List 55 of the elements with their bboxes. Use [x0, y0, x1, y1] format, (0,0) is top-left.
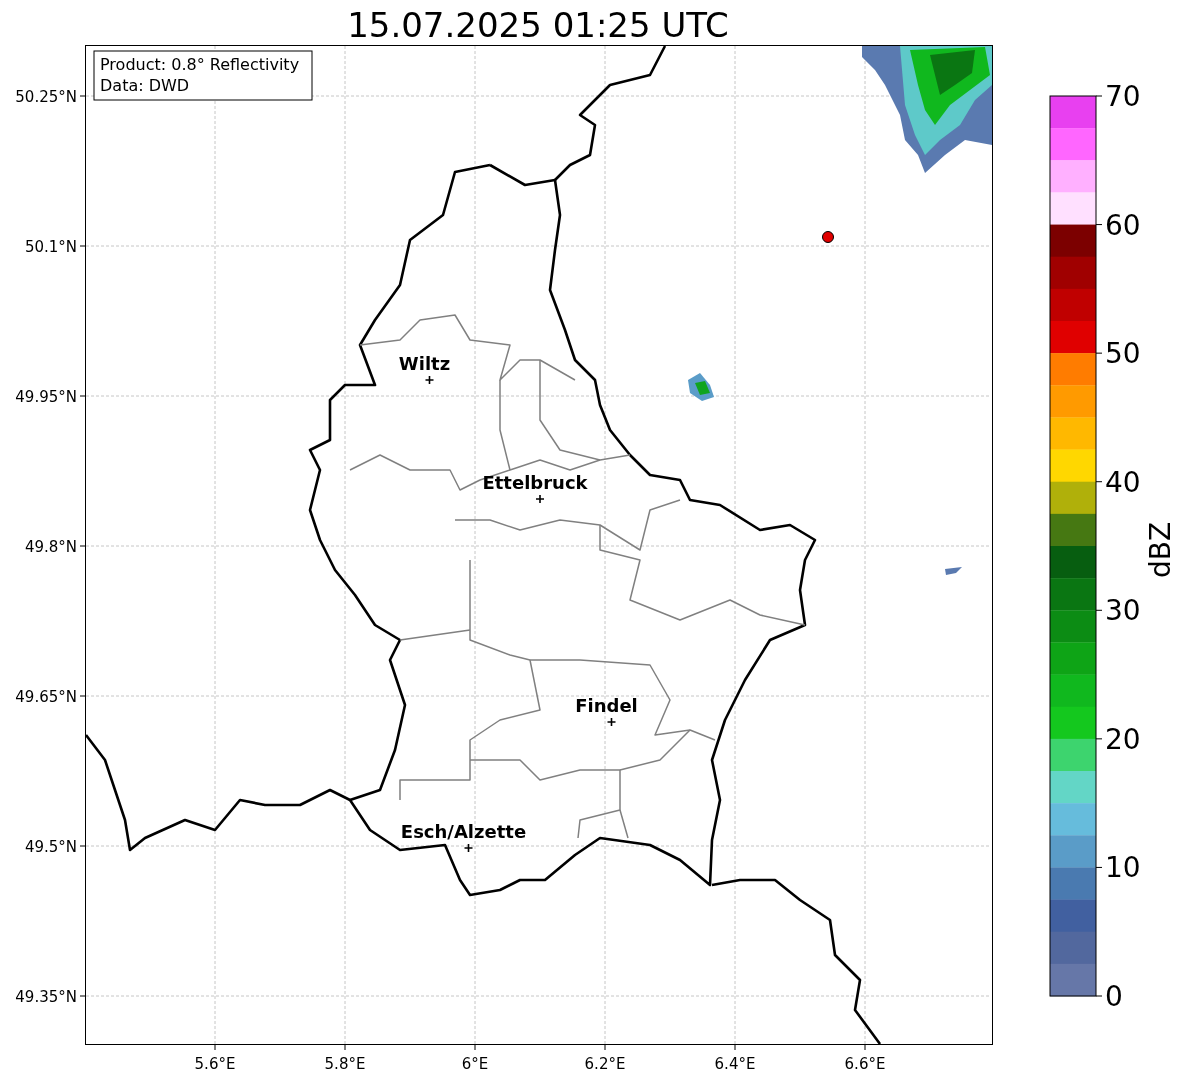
tick-mark: [79, 845, 86, 847]
tick-mark: [1095, 224, 1103, 226]
tick-mark: [1095, 95, 1103, 97]
tick-mark: [604, 1044, 606, 1051]
lat-tick-label: 49.95°N: [15, 388, 77, 406]
place-marker-icon: [535, 494, 545, 504]
tick-mark: [79, 995, 86, 997]
colorbar-tick-label: 0: [1105, 980, 1123, 1013]
lon-tick-label: 5.8°E: [324, 1055, 366, 1073]
info-text: Data: DWD: [100, 76, 190, 95]
colorbar-tick-label: 70: [1105, 80, 1141, 113]
colorbar-tick-label: 30: [1105, 594, 1141, 628]
tick-mark: [1095, 609, 1103, 611]
place-label: Findel: [575, 695, 638, 716]
tick-mark: [344, 1044, 346, 1051]
colorbar-tick-label: 60: [1105, 208, 1141, 242]
place-label: Wiltz: [398, 353, 451, 374]
tick-mark: [79, 545, 86, 547]
place-label: Ettelbruck: [482, 472, 588, 493]
tick-mark: [79, 395, 86, 397]
tick-mark: [1095, 352, 1103, 354]
colorbar-tick-label: 50: [1105, 337, 1141, 371]
lon-tick-label: 6.4°E: [714, 1055, 756, 1073]
lon-tick-label: 6.6°E: [844, 1055, 886, 1073]
tick-mark: [474, 1044, 476, 1051]
tick-mark: [1095, 738, 1103, 740]
place-label: Esch/Alzette: [400, 821, 527, 842]
info-text: Product: 0.8° Reflectivity: [100, 55, 300, 74]
chart-title: 15.07.2025 01:25 UTC: [346, 4, 730, 45]
tick-mark: [79, 695, 86, 697]
tick-mark: [79, 245, 86, 247]
colorbar-tick-label: 40: [1105, 465, 1141, 499]
place-marker-icon: [463, 843, 474, 853]
tick-mark: [1095, 866, 1103, 868]
lat-tick-label: 50.1°N: [24, 238, 77, 256]
lat-tick-label: 50.25°N: [15, 88, 77, 106]
place-marker-icon: [424, 375, 435, 385]
lat-tick-label: 49.8°N: [24, 538, 77, 556]
lat-tick-label: 49.35°N: [15, 988, 77, 1006]
tick-mark: [734, 1044, 736, 1051]
lat-tick-label: 49.65°N: [15, 688, 77, 706]
place-marker-icon: [606, 717, 617, 727]
tick-mark: [1095, 995, 1103, 997]
radar-site-marker: [822, 231, 834, 243]
lon-tick-label: 5.6°E: [194, 1055, 236, 1073]
tick-mark: [864, 1044, 866, 1051]
colorbar-tick-label: 20: [1105, 722, 1141, 756]
colorbar-label: dBZ: [1144, 521, 1177, 579]
lon-tick-label: 6.2°E: [584, 1055, 626, 1073]
lon-tick-label: 6°E: [461, 1055, 489, 1073]
tick-mark: [214, 1044, 216, 1051]
colorbar-tick-label: 10: [1105, 851, 1141, 885]
tick-mark: [1095, 481, 1103, 483]
tick-mark: [79, 95, 86, 97]
lat-tick-label: 49.5°N: [24, 838, 77, 856]
